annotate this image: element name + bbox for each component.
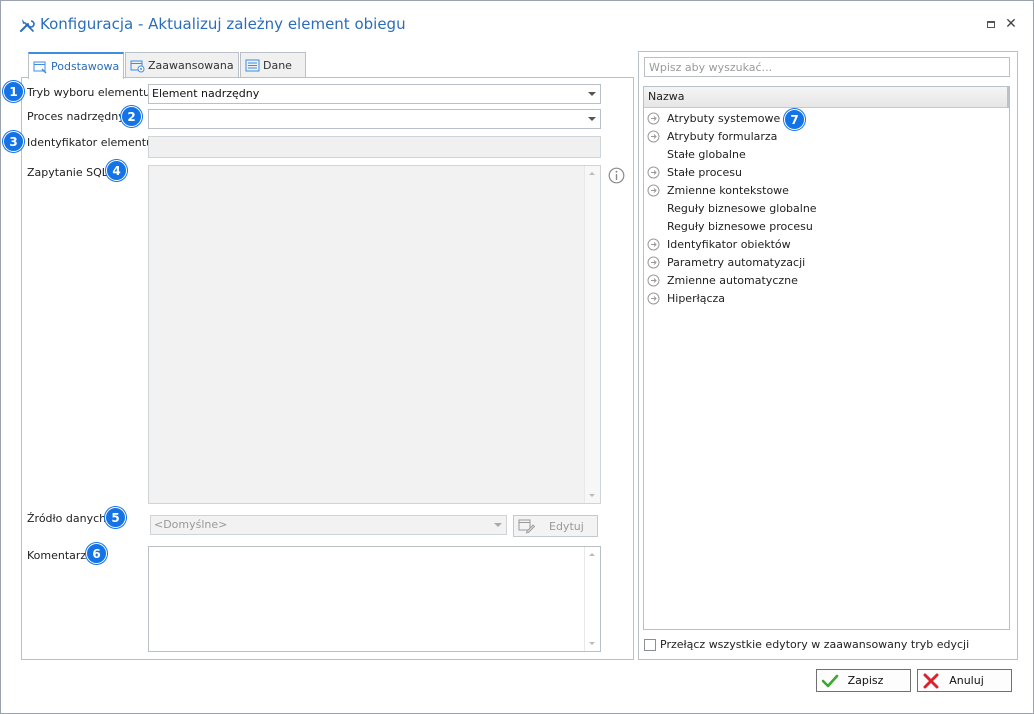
badge-4: 4 xyxy=(106,160,127,181)
tab-label: Dane xyxy=(263,59,292,72)
chevron-down-icon xyxy=(588,92,596,96)
expand-arrow-icon[interactable] xyxy=(647,166,660,179)
comment-editor[interactable] xyxy=(148,546,601,652)
cancel-x-icon xyxy=(923,673,939,688)
tree-item-atrybuty-formularza[interactable]: Atrybuty formularza xyxy=(644,127,777,145)
expand-arrow-icon[interactable] xyxy=(647,130,660,143)
tab-podstawowa[interactable]: Podstawowa xyxy=(28,52,124,79)
scroll-down-icon[interactable] xyxy=(589,494,595,497)
expand-arrow-icon[interactable] xyxy=(647,238,660,251)
tree-item-label: Reguły biznesowe globalne xyxy=(667,201,817,215)
badge-3: 3 xyxy=(3,131,24,152)
save-button-label: Zapisz xyxy=(847,674,884,687)
tree-item-label: Hiperłącza xyxy=(667,291,726,305)
tree-item-identyfikator-obiektow[interactable]: Identyfikator obiektów xyxy=(644,235,791,253)
tree-item-label: Zmienne kontekstowe xyxy=(667,183,789,197)
advanced-mode-label: Przełącz wszystkie edytory w zaawansowan… xyxy=(660,638,970,651)
data-source-label: Źródło danych: xyxy=(27,512,110,525)
data-source-dropdown[interactable]: <Domyślne> xyxy=(150,515,507,535)
parent-process-label: Proces nadrzędny: xyxy=(27,110,128,123)
badge-2: 2 xyxy=(121,106,142,127)
sql-query-label: Zapytanie SQL: xyxy=(27,166,112,179)
tree-item-hiperlacza[interactable]: Hiperłącza xyxy=(644,289,725,307)
parent-process-dropdown[interactable] xyxy=(148,109,601,129)
selection-mode-value: Element nadrzędny xyxy=(152,87,260,100)
tree-item-parametry-automatyzacji[interactable]: Parametry automatyzacji xyxy=(644,253,805,271)
tree-item-label: Identyfikator obiektów xyxy=(667,237,791,251)
tree-item-stale-procesu[interactable]: Stałe procesu xyxy=(644,163,742,181)
close-icon[interactable]: ✕ xyxy=(1004,17,1018,31)
tree-item-label: Reguły biznesowe procesu xyxy=(667,219,813,233)
edit-icon xyxy=(518,519,535,534)
expand-arrow-icon[interactable] xyxy=(647,292,660,305)
badge-5: 5 xyxy=(105,507,126,528)
tree-item-label: Stałe procesu xyxy=(667,165,742,179)
sql-query-editor[interactable] xyxy=(148,165,601,504)
expand-arrow-icon[interactable] xyxy=(647,112,660,125)
basic-settings-icon xyxy=(33,61,47,74)
expand-arrow-icon[interactable] xyxy=(647,184,660,197)
advanced-mode-toggle[interactable]: Przełącz wszystkie edytory w zaawansowan… xyxy=(644,638,969,651)
tree-item-atrybuty-systemowe[interactable]: Atrybuty systemowe xyxy=(644,109,780,127)
tree-item-label: Stałe globalne xyxy=(667,147,746,161)
chevron-down-icon xyxy=(588,117,596,121)
tab-label: Podstawowa xyxy=(51,60,120,73)
tree-item-zmienne-automatyczne[interactable]: Zmienne automatyczne xyxy=(644,271,798,289)
tools-icon xyxy=(20,19,35,32)
info-icon[interactable] xyxy=(608,167,625,184)
tree-item-reguly-biznesowe-globalne[interactable]: Reguły biznesowe globalne xyxy=(644,199,817,217)
data-source-value: <Domyślne> xyxy=(154,518,228,531)
chevron-down-icon xyxy=(494,523,502,527)
search-input[interactable] xyxy=(644,57,1010,77)
maximize-icon[interactable] xyxy=(984,17,998,31)
edit-button-label: Edytuj xyxy=(549,519,584,533)
dialog-window: Konfiguracja - Aktualizuj zależny elemen… xyxy=(0,0,1034,714)
cancel-button[interactable]: Anuluj xyxy=(917,669,1012,692)
window-title: Konfiguracja - Aktualizuj zależny elemen… xyxy=(40,15,406,33)
tree-item-label: Zmienne automatyczne xyxy=(667,273,798,287)
advanced-settings-icon xyxy=(130,60,145,72)
comment-label: Komentarz: xyxy=(27,549,90,562)
tree-item-stale-globalne[interactable]: Stałe globalne xyxy=(644,145,746,163)
tab-label: Zaawansowana xyxy=(148,59,234,72)
tree-item-label: Parametry automatyzacji xyxy=(667,255,806,269)
save-button[interactable]: Zapisz xyxy=(816,669,911,692)
tree-item-zmienne-kontekstowe[interactable]: Zmienne kontekstowe xyxy=(644,181,789,199)
badge-7: 7 xyxy=(784,109,805,130)
check-icon xyxy=(821,674,839,687)
badge-6: 6 xyxy=(86,543,107,564)
tree-item-label: Atrybuty systemowe xyxy=(667,111,781,125)
tab-zaawansowana[interactable]: Zaawansowana xyxy=(125,52,239,78)
tree-item-reguly-biznesowe-procesu[interactable]: Reguły biznesowe procesu xyxy=(644,217,813,235)
selection-mode-dropdown[interactable]: Element nadrzędny xyxy=(148,84,601,104)
variables-tree: Nazwa 7 Atrybuty systemowe Atrybuty form… xyxy=(643,86,1010,630)
tree-item-label: Atrybuty formularza xyxy=(667,129,778,143)
cancel-button-label: Anuluj xyxy=(949,674,984,687)
advanced-mode-checkbox[interactable] xyxy=(644,638,656,651)
selection-mode-label: Tryb wyboru elementu: xyxy=(27,86,154,99)
data-list-icon xyxy=(245,59,260,71)
tab-dane[interactable]: Dane xyxy=(240,52,306,78)
expand-arrow-icon[interactable] xyxy=(647,256,660,269)
comment-scrollbar[interactable] xyxy=(584,547,600,651)
title-bar: Konfiguracja - Aktualizuj zależny elemen… xyxy=(1,1,1033,47)
element-id-field[interactable] xyxy=(148,136,601,158)
sql-scrollbar[interactable] xyxy=(584,166,600,503)
scroll-down-icon[interactable] xyxy=(589,642,595,645)
scroll-up-icon[interactable] xyxy=(589,172,595,175)
column-header-edge xyxy=(1007,87,1009,108)
edit-data-source-button[interactable]: Edytuj xyxy=(513,515,598,537)
tree-column-header[interactable]: Nazwa xyxy=(644,87,1009,108)
badge-1: 1 xyxy=(3,81,24,102)
expand-arrow-icon[interactable] xyxy=(647,274,660,287)
scroll-up-icon[interactable] xyxy=(589,553,595,556)
element-id-label: Identyfikator elementu: xyxy=(27,136,157,149)
